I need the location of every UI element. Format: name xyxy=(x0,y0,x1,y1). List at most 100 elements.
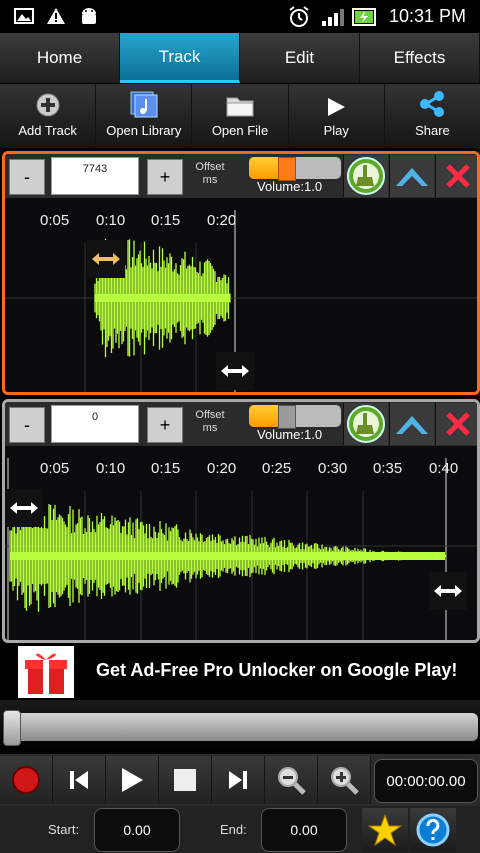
share-icon xyxy=(420,91,445,117)
offset-label-text: Offset xyxy=(195,161,225,173)
close-icon xyxy=(446,412,470,436)
arrows-horizontal-icon xyxy=(221,365,249,377)
volume-knob[interactable] xyxy=(277,157,296,181)
arrows-horizontal-icon xyxy=(434,585,462,597)
collapse-track-button[interactable] xyxy=(389,403,434,445)
track-panel-1[interactable]: - 7743 + Offset ms Volume:1.0 0:05 0:10 … xyxy=(2,151,480,395)
alarm-icon xyxy=(289,6,309,27)
collapse-track-button[interactable] xyxy=(389,155,434,197)
share-button[interactable]: Share xyxy=(385,84,480,148)
volume-knob[interactable] xyxy=(277,405,296,429)
play-button[interactable] xyxy=(106,756,159,804)
battery-charging-icon xyxy=(352,8,376,26)
track-end-handle[interactable] xyxy=(216,352,254,390)
zoom-in-icon xyxy=(331,767,359,795)
stop-button[interactable] xyxy=(159,756,212,804)
help-button[interactable] xyxy=(410,808,456,852)
ad-banner[interactable]: Get Ad-Free Pro Unlocker on Google Play! xyxy=(0,644,480,700)
status-bar: 10:31 PM xyxy=(0,0,480,33)
folder-icon xyxy=(226,97,254,117)
offset-label-text: Offset xyxy=(195,409,225,421)
skip-forward-icon xyxy=(229,771,247,789)
warning-icon xyxy=(47,8,65,24)
track-controls: - 0 + Offset ms Volume:1.0 xyxy=(5,402,477,446)
offset-increase-button[interactable]: + xyxy=(147,159,183,195)
help-icon xyxy=(416,813,450,847)
transport-controls: 00:00:00.00 xyxy=(0,754,480,806)
volume-label: Volume:1.0 xyxy=(257,427,323,442)
favorite-button[interactable] xyxy=(362,808,408,852)
offset-unit-text: ms xyxy=(202,422,218,434)
star-icon xyxy=(368,814,402,846)
end-field[interactable]: 0.00 xyxy=(261,808,347,852)
close-icon xyxy=(446,164,470,188)
play-toolbar-button[interactable]: Play xyxy=(289,84,385,148)
selection-bar: Start: 0.00 End: 0.00 xyxy=(0,806,480,853)
broom-icon xyxy=(347,405,385,443)
seek-track[interactable] xyxy=(4,713,478,741)
record-button[interactable] xyxy=(0,756,53,804)
tab-bar: Home Track Edit Effects xyxy=(0,33,480,83)
broom-icon xyxy=(347,157,385,195)
skip-back-icon xyxy=(70,771,88,789)
offset-decrease-button[interactable]: - xyxy=(9,407,45,443)
android-icon xyxy=(82,8,96,24)
offset-input[interactable]: 0 xyxy=(51,405,139,443)
offset-label: Offset ms xyxy=(189,161,231,187)
music-library-icon xyxy=(130,91,158,118)
offset-increase-button[interactable]: + xyxy=(147,407,183,443)
time-display: 00:00:00.00 xyxy=(374,759,478,803)
open-library-button[interactable]: Open Library xyxy=(96,84,193,148)
track-panel-2[interactable]: - 0 + Offset ms Volume:1.0 0:05 0:10 0:1… xyxy=(2,399,480,643)
volume-slider[interactable]: Volume:1.0 xyxy=(249,405,341,442)
record-icon xyxy=(12,766,40,794)
stop-icon xyxy=(174,769,196,791)
play-icon xyxy=(328,98,346,116)
signal-icon xyxy=(322,9,344,26)
share-label: Share xyxy=(415,123,450,138)
arrows-horizontal-icon xyxy=(92,253,120,265)
seek-knob[interactable] xyxy=(3,710,21,746)
track-end-handle[interactable] xyxy=(429,572,467,610)
add-track-button[interactable]: Add Track xyxy=(0,84,97,148)
gallery-notification-icon xyxy=(14,8,34,24)
volume-slider[interactable]: Volume:1.0 xyxy=(249,157,341,194)
track-clean-button[interactable] xyxy=(343,155,388,197)
skip-forward-button[interactable] xyxy=(212,756,265,804)
play-icon xyxy=(122,768,143,792)
track-controls: - 7743 + Offset ms Volume:1.0 xyxy=(5,154,477,198)
delete-track-button[interactable] xyxy=(435,155,477,197)
waveform xyxy=(9,500,446,612)
track-clean-button[interactable] xyxy=(343,403,388,445)
seek-bar[interactable] xyxy=(0,700,480,754)
tab-track[interactable]: Track xyxy=(120,33,240,83)
open-file-button[interactable]: Open File xyxy=(192,84,289,148)
chevron-up-icon xyxy=(396,416,428,434)
open-library-label: Open Library xyxy=(106,123,182,138)
skip-back-button[interactable] xyxy=(53,756,106,804)
zoom-out-icon xyxy=(278,767,306,795)
waveform-area[interactable] xyxy=(5,446,477,640)
tab-effects[interactable]: Effects xyxy=(360,33,480,83)
start-label: Start: xyxy=(48,822,80,837)
end-label: End: xyxy=(220,822,247,837)
offset-decrease-button[interactable]: - xyxy=(9,159,45,195)
track-start-handle[interactable] xyxy=(5,489,43,527)
play-label: Play xyxy=(323,123,349,138)
add-track-label: Add Track xyxy=(18,123,77,138)
open-file-label: Open File xyxy=(211,123,269,138)
offset-input[interactable]: 7743 xyxy=(51,157,139,195)
gift-icon xyxy=(18,646,74,698)
zoom-in-button[interactable] xyxy=(318,756,371,804)
toolbar: Add Track Open Library Open File Play Sh… xyxy=(0,84,480,148)
start-field[interactable]: 0.00 xyxy=(94,808,180,852)
track-start-handle[interactable] xyxy=(87,240,125,278)
tab-edit[interactable]: Edit xyxy=(240,33,360,83)
offset-label: Offset ms xyxy=(189,409,231,435)
volume-label: Volume:1.0 xyxy=(257,179,323,194)
tab-home[interactable]: Home xyxy=(0,33,120,83)
delete-track-button[interactable] xyxy=(435,403,477,445)
zoom-out-button[interactable] xyxy=(265,756,318,804)
ad-text[interactable]: Get Ad-Free Pro Unlocker on Google Play! xyxy=(96,660,457,681)
arrows-horizontal-icon xyxy=(10,502,38,514)
